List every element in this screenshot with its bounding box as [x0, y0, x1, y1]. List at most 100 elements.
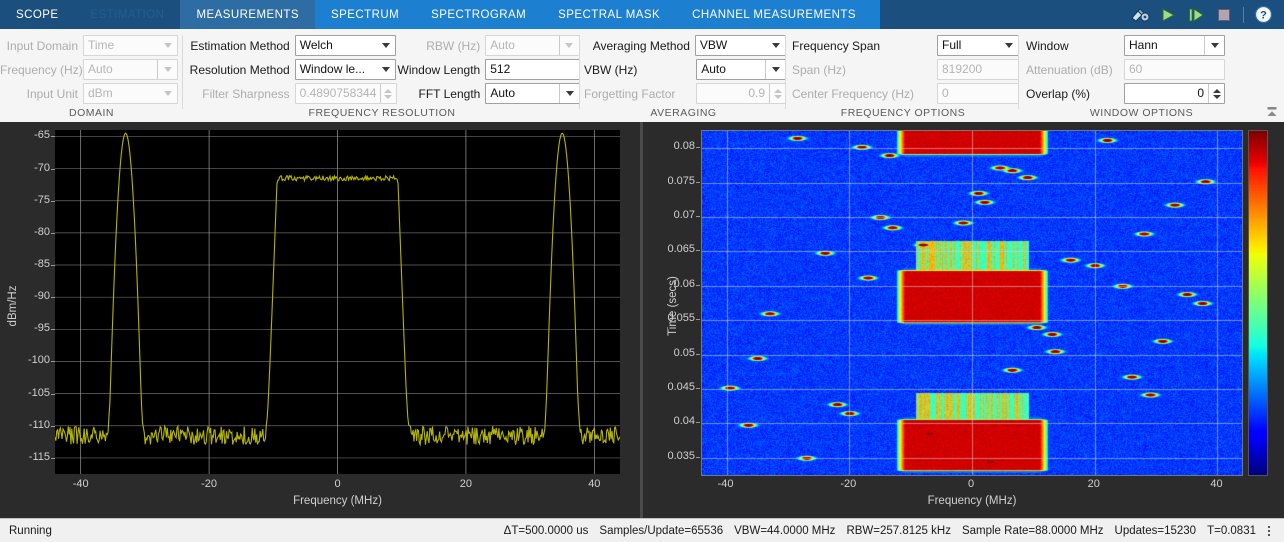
spectrogram-y-tick: 0.065 [667, 243, 695, 256]
chevron-down-icon[interactable] [157, 60, 177, 79]
field-attenuation-db-value: 60 [1129, 62, 1143, 76]
tab-spectrum[interactable]: SPECTRUM [314, 0, 416, 29]
field-overlap-percent[interactable]: 0 [1124, 83, 1225, 104]
chevron-down-icon[interactable] [158, 84, 177, 103]
tab-spectral-mask[interactable]: SPECTRAL MASK [542, 0, 677, 29]
spectrogram-x-tick: 20 [1087, 478, 1100, 490]
scope-settings-icon[interactable] [1127, 4, 1153, 26]
label-input-unit: Input Unit [26, 86, 78, 101]
field-resolution-method[interactable]: Window le... [294, 59, 397, 80]
stop-icon[interactable] [1211, 4, 1237, 26]
spectrogram-y-tick: 0.035 [667, 449, 695, 462]
tab-estimation[interactable]: ESTIMATION [74, 0, 181, 29]
field-forgetting-factor-value: 0.9 [748, 86, 765, 100]
chevron-down-icon[interactable] [376, 60, 395, 79]
label-attenuation-db: Attenuation (dB) [1026, 62, 1113, 77]
field-frequency-span[interactable]: Full [937, 35, 1019, 56]
tab-measurements[interactable]: MEASUREMENTS [180, 0, 315, 29]
field-window-value: Hann [1129, 38, 1158, 52]
field-vbw-hz[interactable]: Auto [696, 59, 786, 80]
field-filter-sharpness[interactable]: 0.4890758344 [294, 83, 397, 104]
label-window: Window [1026, 38, 1069, 53]
spectrum-x-tick: 40 [588, 478, 601, 490]
field-attenuation-db[interactable]: 60 [1124, 59, 1225, 80]
label-rbw-hz: RBW (Hz) [426, 38, 481, 53]
spectrogram-y-tick: 0.075 [667, 174, 695, 187]
status-metric: Sample Rate=88.0000 MHz [961, 524, 1104, 537]
toolbar-divider [1243, 6, 1244, 23]
spinner-down-icon [384, 94, 393, 99]
spinner-up-icon [773, 88, 782, 93]
ribbon-group-frequency-options: Frequency Span Full Span (Hz) 819200 Cen… [787, 29, 1019, 122]
status-state: Running [9, 524, 52, 537]
group-label-frequency-options: FREQUENCY OPTIONS [840, 107, 966, 119]
spectrum-y-tick: -70 [34, 161, 50, 174]
spectrogram-y-tickmark [696, 353, 700, 355]
label-center-frequency-hz: Center Frequency (Hz) [792, 86, 915, 101]
chevron-down-icon[interactable] [999, 36, 1018, 55]
kebab-menu-icon[interactable] [1262, 525, 1284, 536]
run-icon[interactable] [1155, 4, 1181, 26]
chevron-down-icon[interactable] [1204, 36, 1224, 55]
chevron-down-icon[interactable] [158, 36, 177, 55]
field-window-length[interactable]: 512 [485, 59, 580, 80]
step-forward-icon[interactable] [1183, 4, 1209, 26]
spectrum-plot[interactable] [55, 130, 620, 474]
spectrogram-x-tick: 40 [1210, 478, 1223, 490]
label-averaging-method: Averaging Method [592, 38, 690, 53]
collapse-ribbon-icon[interactable] [1264, 104, 1280, 120]
field-rbw-hz[interactable]: Auto [485, 35, 580, 56]
field-rbw-hz-value: Auto [490, 38, 515, 52]
ribbon-toolbar: Input Domain Time Frequency (Hz) Auto In… [0, 29, 1284, 123]
spectrogram-x-tick: -40 [717, 478, 734, 490]
field-forgetting-factor[interactable]: 0.9 [696, 83, 786, 104]
field-window-length-value: 512 [490, 62, 511, 76]
tab-scope[interactable]: SCOPE [0, 0, 75, 29]
spectrogram-image[interactable] [701, 130, 1243, 476]
tab-spectrogram[interactable]: SPECTROGRAM [415, 0, 543, 29]
chevron-down-icon[interactable] [376, 36, 395, 55]
field-resolution-method-value: Window le... [299, 62, 366, 76]
spectrogram-y-tickmark [696, 422, 700, 424]
spectrum-x-tick: 0 [334, 478, 341, 490]
spinner-forgetting-factor[interactable] [769, 84, 785, 103]
spinner-filter-sharpness[interactable] [379, 84, 396, 103]
field-fft-length[interactable]: Auto [485, 83, 580, 104]
field-estimation-method[interactable]: Welch [294, 35, 397, 56]
spectrum-y-tick: -95 [34, 322, 50, 335]
label-frequency-span: Frequency Span [792, 38, 881, 53]
spectrum-panel: dBm/Hz -65 -70 -75 -80 -85 -90 -95 -100 -105 -110… [0, 122, 640, 518]
chevron-down-icon[interactable] [765, 60, 785, 79]
spectrogram-y-tickmark [696, 456, 700, 458]
spectrogram-y-tickmark [696, 319, 700, 321]
chevron-down-icon[interactable] [559, 84, 579, 103]
label-forgetting-factor: Forgetting Factor [584, 86, 676, 101]
tab-channel-measurements[interactable]: CHANNEL MEASUREMENTS [676, 0, 872, 29]
field-averaging-method[interactable]: VBW [694, 35, 786, 56]
spectrum-y-tick: -100 [27, 354, 50, 367]
spectrogram-y-tick: 0.055 [667, 312, 695, 325]
visualization-area: dBm/Hz -65 -70 -75 -80 -85 -90 -95 -100 -105 -110… [0, 122, 1284, 518]
spectrogram-y-tickmark [696, 147, 700, 149]
spectrogram-y-tick: 0.06 [673, 277, 695, 290]
label-fft-length: FFT Length [418, 86, 481, 101]
help-icon[interactable]: ? [1250, 4, 1276, 26]
field-center-frequency-hz[interactable]: 0 [937, 83, 1019, 104]
field-span-hz[interactable]: 819200 [937, 59, 1019, 80]
spectrogram-colorbar[interactable] [1248, 130, 1268, 476]
field-overlap-percent-value: 0 [1197, 86, 1204, 100]
spinner-overlap-percent[interactable] [1208, 84, 1224, 103]
spinner-up-icon [1212, 88, 1221, 93]
field-estimation-method-value: Welch [299, 38, 333, 52]
chevron-down-icon[interactable] [558, 36, 579, 55]
field-input-domain[interactable]: Time [83, 35, 178, 56]
spectrum-y-tick: -115 [28, 450, 50, 463]
chevron-down-icon[interactable] [766, 36, 785, 55]
spectrum-x-tick: -40 [72, 478, 89, 490]
field-center-frequency-hz-value: 0 [942, 86, 949, 100]
field-input-unit[interactable]: dBm [83, 83, 178, 104]
spectrogram-y-tickmark [696, 181, 700, 183]
field-window[interactable]: Hann [1124, 35, 1225, 56]
spectrum-y-tick: -65 [34, 129, 50, 142]
field-frequency-hz[interactable]: Auto [83, 59, 178, 80]
